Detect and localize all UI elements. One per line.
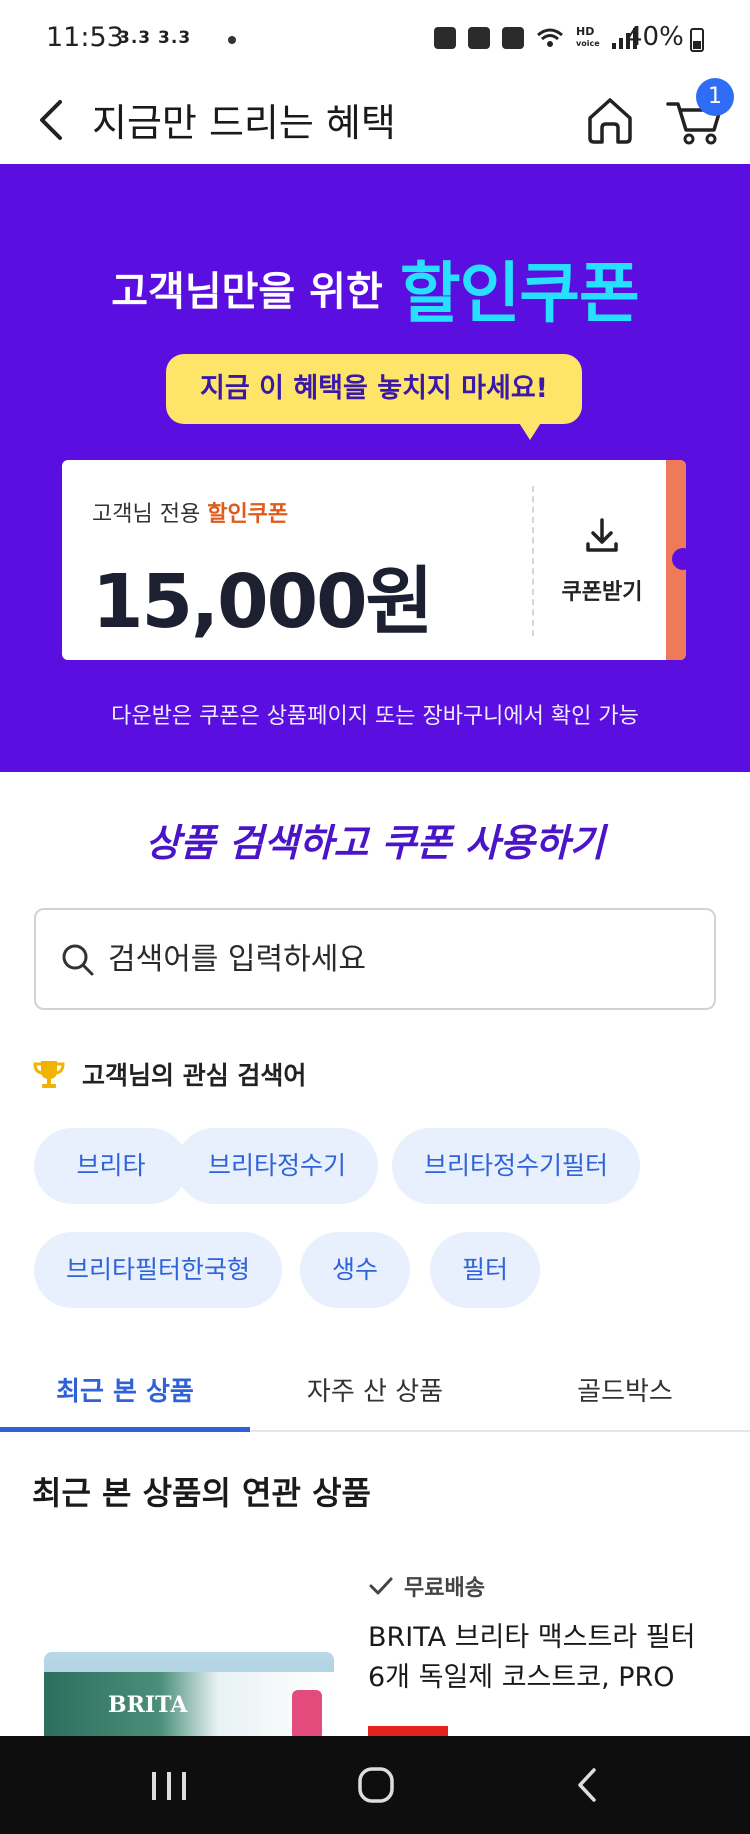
- trophy-icon: [33, 1061, 65, 1088]
- coupon-label: 고객님 전용 할인쿠폰: [92, 502, 289, 527]
- tab-frequent-products[interactable]: 자주 산 상품: [250, 1354, 500, 1430]
- hero-headline-accent: 할인쿠폰: [399, 255, 640, 332]
- coupon-download-label: 쿠폰받기: [561, 580, 643, 605]
- alarm-icon: [468, 26, 490, 49]
- interest-keywords-header: 고객님의 관심 검색어: [32, 1054, 306, 1094]
- status-indicators: 3.3 3.3: [118, 28, 192, 48]
- coupon-hero: 고객님만을 위한 할인쿠폰 지금 이 혜택을 놓치지 마세요! 고객님 전용 할…: [0, 164, 750, 772]
- product-tabs: 최근 본 상품 자주 산 상품 골드박스: [0, 1354, 750, 1432]
- product-card[interactable]: BRITA 무료배송 BRITA 브리타 맥스트라 필터 6개 독일제 코스트코…: [0, 1560, 750, 1772]
- keyword-chip[interactable]: 브리타필터한국형: [34, 1232, 282, 1308]
- brand-logo: BRITA: [108, 1692, 188, 1718]
- search-icon: [62, 944, 94, 976]
- nav-home-icon[interactable]: [356, 1762, 396, 1808]
- keyword-chip[interactable]: 브리타정수기: [176, 1128, 378, 1204]
- coupon-note: 다운받은 쿠폰은 상품페이지 또는 장바구니에서 확인 가능: [111, 704, 639, 729]
- tab-recent-products[interactable]: 최근 본 상품: [0, 1354, 250, 1430]
- cart-count-badge: 1: [696, 78, 734, 116]
- download-icon: [586, 518, 618, 552]
- clipboard-icon: [434, 26, 456, 49]
- coupon-card: 고객님 전용 할인쿠폰 15,000원 쿠폰받기: [62, 460, 686, 660]
- app-header: 지금만 드리는 혜택: [0, 78, 750, 164]
- battery-percent: 40%: [626, 22, 684, 52]
- coupon-label-accent: 할인쿠폰: [207, 502, 289, 527]
- status-time: 11:53: [46, 22, 124, 53]
- promo-bubble-tail: [516, 418, 544, 440]
- keyword-chip[interactable]: 브리타: [34, 1128, 188, 1204]
- free-shipping-label: 무료배송: [368, 1570, 485, 1602]
- check-icon: [369, 1577, 393, 1595]
- search-section-title: 상품 검색하고 쿠폰 사용하기: [145, 821, 605, 865]
- keyword-chip[interactable]: 생수: [300, 1232, 410, 1308]
- coupon-amount: 15,000원: [92, 559, 434, 645]
- active-tab-indicator: [0, 1427, 250, 1432]
- tab-gold-box[interactable]: 골드박스: [500, 1354, 750, 1430]
- promo-bubble: 지금 이 혜택을 놓치지 마세요!: [166, 354, 582, 424]
- search-input[interactable]: [108, 928, 688, 990]
- battery-icon: [690, 28, 704, 52]
- recents-icon[interactable]: [146, 1766, 192, 1806]
- product-name[interactable]: BRITA 브리타 맥스트라 필터 6개 독일제 코스트코, PRO: [368, 1618, 708, 1698]
- chevron-left-icon: [40, 100, 62, 140]
- nav-back-icon[interactable]: [568, 1764, 608, 1806]
- keyword-chip[interactable]: 필터: [430, 1232, 540, 1308]
- status-bar: 11:53 3.3 3.3 HD voice 40%: [0, 0, 750, 78]
- product-discount-sticker: [292, 1690, 322, 1740]
- home-icon: [588, 98, 632, 144]
- related-products-title: 최근 본 상품의 연관 상품: [32, 1474, 371, 1512]
- system-navigation-bar: [0, 1736, 750, 1834]
- back-button[interactable]: [28, 90, 84, 150]
- wifi-icon: [537, 28, 563, 47]
- keyword-chip[interactable]: 브리타정수기필터: [392, 1128, 640, 1204]
- page-title: 지금만 드리는 혜택: [92, 101, 396, 145]
- mute-icon: [502, 26, 524, 49]
- coupon-divider: [532, 486, 534, 636]
- hd-voice-icon: HD voice: [576, 25, 600, 48]
- status-icons: HD voice: [434, 26, 637, 49]
- notification-dot: [228, 36, 236, 44]
- search-box[interactable]: [34, 908, 716, 1010]
- free-shipping-text: 무료배송: [404, 1576, 485, 1601]
- home-button[interactable]: [580, 86, 640, 150]
- interest-keywords-title: 고객님의 관심 검색어: [82, 1061, 307, 1090]
- hero-headline-text: 고객님만을 위한: [111, 269, 383, 315]
- coupon-download-button[interactable]: 쿠폰받기: [538, 460, 666, 660]
- hero-headline: 고객님만을 위한 할인쿠폰: [0, 240, 750, 336]
